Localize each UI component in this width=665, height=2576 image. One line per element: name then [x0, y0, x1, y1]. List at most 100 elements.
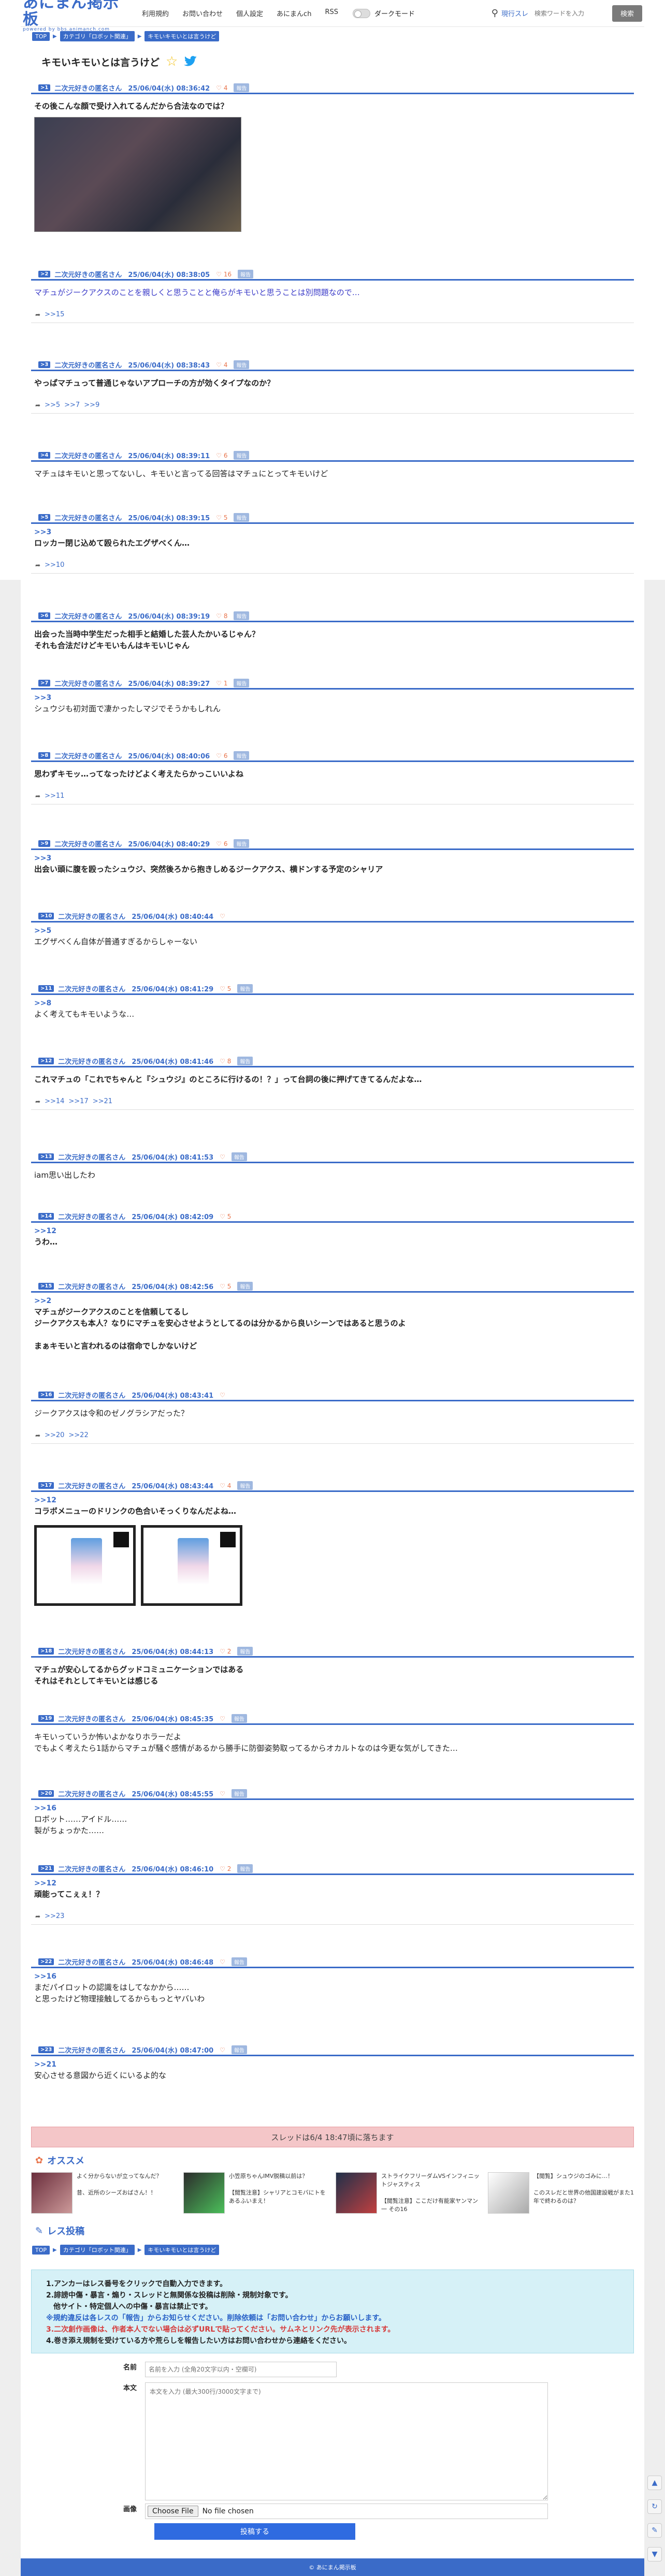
reply-anchor[interactable]: >>21 — [31, 2060, 634, 2069]
recommend-item[interactable]: 【閲覧】シュウジのゴみに…！ このスレだと世界の他国建設戦がまた1年で終わるのは… — [488, 2172, 634, 2214]
logo-text[interactable]: あにまん掲示板 — [23, 0, 132, 28]
report-button[interactable]: 報告 — [237, 984, 253, 993]
thumbnail[interactable] — [183, 2172, 225, 2214]
edit-icon[interactable]: ✎ — [647, 2523, 662, 2538]
reply-link[interactable]: >>22 — [68, 1431, 88, 1439]
report-button[interactable]: 報告 — [234, 83, 250, 92]
like-button[interactable]: ♡ 8 — [220, 1058, 231, 1065]
post-number[interactable]: >15 — [38, 1283, 54, 1290]
post-number[interactable]: >7 — [38, 680, 51, 686]
post-number[interactable]: >5 — [38, 514, 51, 521]
report-button[interactable]: 報告 — [234, 679, 250, 687]
like-button[interactable]: ♡ 4 — [216, 84, 227, 92]
name-input[interactable] — [145, 2362, 337, 2377]
breadcrumb-category[interactable]: カテゴリ「ロボット関連」 — [60, 31, 135, 41]
post-number[interactable]: >21 — [38, 1865, 54, 1872]
reply-anchor[interactable]: >>16 — [31, 1804, 634, 1812]
like-button[interactable]: ♡ — [220, 1790, 225, 1797]
recommend-text[interactable]: ストライクフリーダムVSインフィニットジャスティス 【閲覧注意】ここだけ有能家ヤ… — [381, 2172, 482, 2214]
reply-anchor[interactable]: >>3 — [31, 528, 634, 536]
report-button[interactable]: 報告 — [231, 1789, 247, 1798]
like-button[interactable]: ♡ 5 — [216, 514, 227, 521]
file-input[interactable]: Choose File No file chosen — [145, 2504, 548, 2519]
report-button[interactable]: 報告 — [237, 1057, 253, 1065]
report-button[interactable]: 報告 — [231, 2045, 247, 2054]
thumbnail[interactable] — [31, 2172, 73, 2214]
post-number[interactable]: >9 — [38, 840, 51, 847]
reply-anchor[interactable]: >>12 — [31, 1496, 634, 1504]
reply-anchor[interactable]: >>12 — [31, 1879, 634, 1887]
like-button[interactable]: ♡ 6 — [216, 840, 227, 847]
post-number[interactable]: >11 — [38, 985, 54, 992]
like-button[interactable]: ♡ — [220, 913, 225, 920]
reload-icon[interactable]: ↻ — [647, 2499, 662, 2514]
reply-link[interactable]: >>23 — [45, 1912, 64, 1920]
reply-link[interactable]: >>11 — [45, 792, 64, 800]
like-button[interactable]: ♡ 5 — [220, 985, 231, 992]
reply-link[interactable]: >>14 — [45, 1097, 64, 1105]
search-scope[interactable]: 現行スレ — [501, 8, 528, 18]
breadcrumb-thread[interactable]: キモいキモいとは言うけど — [144, 31, 220, 41]
like-button[interactable]: ♡ — [220, 1392, 225, 1399]
post-number[interactable]: >20 — [38, 1790, 54, 1797]
post-number[interactable]: >18 — [38, 1648, 54, 1655]
like-button[interactable]: ♡ 8 — [216, 612, 227, 620]
reply-anchor[interactable]: >>3 — [31, 694, 634, 702]
report-button[interactable]: 報告 — [231, 1714, 247, 1723]
scroll-top-icon[interactable]: ▲ — [647, 2476, 662, 2490]
post-number[interactable]: >17 — [38, 1482, 54, 1489]
like-button[interactable]: ♡ 2 — [220, 1865, 231, 1872]
recommend-item[interactable]: ストライクフリーダムVSインフィニットジャスティス 【閲覧注意】ここだけ有能家ヤ… — [336, 2172, 482, 2214]
report-button[interactable]: 報告 — [234, 839, 250, 848]
post-number[interactable]: >22 — [38, 1958, 54, 1965]
recommend-text[interactable]: 小笠原ちゃんIMV脱稿以前は？ 【閲覧注意】シャリアとコモバにトをあるふいまえ！ — [229, 2172, 329, 2214]
toggle-switch[interactable] — [352, 8, 370, 18]
like-button[interactable]: ♡ — [220, 1153, 225, 1161]
like-button[interactable]: ♡ 16 — [216, 271, 232, 278]
nav-rss[interactable]: RSS — [325, 8, 338, 18]
reply-anchor[interactable]: >>5 — [31, 927, 634, 935]
post-image[interactable] — [34, 117, 241, 232]
body-textarea[interactable] — [145, 2382, 548, 2500]
breadcrumb-category[interactable]: カテゴリ「ロボット関連」 — [60, 2245, 135, 2255]
like-button[interactable]: ♡ — [220, 1715, 225, 1722]
post-number[interactable]: >2 — [38, 271, 51, 277]
reply-anchor[interactable]: >>2 — [31, 1297, 634, 1305]
like-button[interactable]: ♡ 5 — [220, 1213, 231, 1220]
post-number[interactable]: >23 — [38, 2046, 54, 2053]
post-number[interactable]: >1 — [38, 84, 51, 91]
report-button[interactable]: 報告 — [231, 1152, 247, 1161]
recommend-text[interactable]: 【閲覧】シュウジのゴみに…！ このスレだと世界の他国建設戦がまた1年で終わるのは… — [533, 2172, 634, 2214]
nav-settings[interactable]: 個人設定 — [236, 8, 263, 18]
post-number[interactable]: >13 — [38, 1153, 54, 1160]
reply-anchor[interactable]: >>3 — [31, 854, 634, 862]
like-button[interactable]: ♡ 1 — [216, 680, 227, 687]
report-button[interactable]: 報告 — [234, 751, 250, 760]
drink-image[interactable] — [34, 1525, 136, 1606]
reply-link[interactable]: >>17 — [68, 1097, 88, 1105]
post-number[interactable]: >16 — [38, 1392, 54, 1398]
search-button[interactable]: 検索 — [612, 5, 642, 22]
report-button[interactable]: 報告 — [237, 1647, 253, 1656]
like-button[interactable]: ♡ 2 — [220, 1648, 231, 1655]
star-icon[interactable]: ☆ — [166, 54, 178, 69]
report-button[interactable]: 報告 — [231, 1957, 247, 1966]
like-button[interactable]: ♡ 5 — [220, 1283, 231, 1290]
breadcrumb-top[interactable]: TOP — [32, 32, 50, 41]
nav-contact[interactable]: お問い合わせ — [182, 8, 223, 18]
report-button[interactable]: 報告 — [234, 451, 250, 460]
dark-mode-toggle[interactable]: ダークモード — [352, 8, 415, 18]
choose-file-button[interactable]: Choose File — [148, 2506, 198, 2517]
like-button[interactable]: ♡ 6 — [216, 452, 227, 459]
like-button[interactable]: ♡ — [220, 2046, 225, 2054]
post-number[interactable]: >19 — [38, 1715, 54, 1722]
recommend-text[interactable]: よく分からないが立ってなんだ？ 昔、近所のシーズおばさん！！ — [77, 2172, 162, 2214]
search-input[interactable] — [531, 6, 609, 21]
reply-link[interactable]: >>7 — [64, 401, 80, 409]
post-number[interactable]: >6 — [38, 612, 51, 619]
report-button[interactable]: 報告 — [237, 1481, 253, 1490]
submit-button[interactable]: 投稿する — [154, 2523, 355, 2540]
report-button[interactable]: 報告 — [237, 1864, 253, 1873]
like-button[interactable]: ♡ 4 — [216, 361, 227, 369]
post-number[interactable]: >12 — [38, 1058, 54, 1064]
